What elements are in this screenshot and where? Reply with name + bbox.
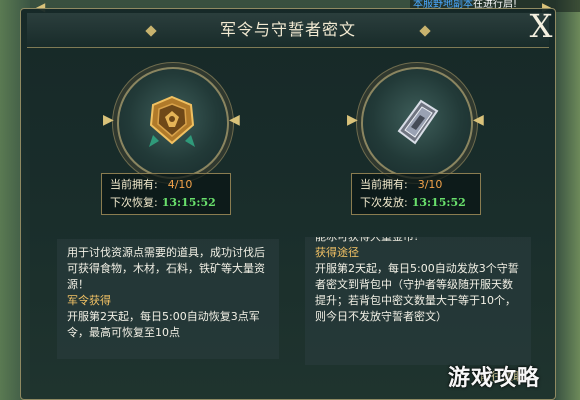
- cipher-plate-orb: [361, 67, 473, 179]
- next-issue-timer: 13:15:52: [411, 196, 466, 209]
- cipher-section-text: 开服第2天起，每日5:00自动发放3个守誓者密文到背包中（守护者等级随开服天数提…: [315, 262, 519, 323]
- owned-label: 当前拥有:: [110, 178, 158, 191]
- orb-right-arrow-icon: ◀: [229, 112, 240, 128]
- info-dialog: 军令与守誓者密文 ▶ ◀ ▶ ◀ 当前拥有: 4/10 下次恢复: 13:15:52: [20, 8, 556, 400]
- next-issue-label: 下次发放:: [360, 196, 408, 209]
- military-order-section-text: 开服第2天起，每日5:00自动恢复3点军令，最高可恢复至10点: [67, 310, 260, 339]
- military-order-orb: [117, 67, 229, 179]
- close-button[interactable]: X: [520, 8, 562, 44]
- orb2-right-arrow-icon: ◀: [473, 112, 484, 128]
- owned-row: 当前拥有: 4/10: [110, 176, 192, 194]
- cipher-section-title: 获得途径: [315, 246, 359, 259]
- cipher-owned-value: 3/10: [417, 178, 443, 191]
- next-recover-row: 下次恢复: 13:15:52: [110, 194, 216, 212]
- orb-left-arrow-icon: ▶: [103, 112, 114, 128]
- next-issue-row: 下次发放: 13:15:52: [360, 194, 466, 212]
- cipher-plate-icon: [397, 99, 439, 145]
- cipher-owned-row: 当前拥有: 3/10: [360, 176, 442, 194]
- next-recover-label: 下次恢复:: [110, 196, 158, 209]
- orb2-left-arrow-icon: ▶: [347, 112, 358, 128]
- owned-value: 4/10: [167, 178, 193, 191]
- dialog-title: 军令与守誓者密文: [219, 20, 356, 39]
- cipher-cut-text: 能冰可获得大量金币!: [315, 237, 521, 245]
- military-order-section-title: 军令获得: [67, 294, 111, 307]
- background-right-blur: [556, 0, 580, 400]
- watermark-logo: 游戏攻略: [448, 366, 541, 391]
- military-order-medal-icon: [149, 95, 195, 147]
- cipher-stats: 当前拥有: 3/10 下次发放: 13:15:52: [351, 173, 481, 215]
- military-order-desc-text: 用于讨伐资源点需要的道具，成功讨伐后可获得食物，木材，石料，铁矿等大量资源！: [67, 246, 265, 291]
- title-bar: 军令与守誓者密文: [27, 13, 549, 48]
- cipher-owned-label: 当前拥有:: [360, 178, 408, 191]
- military-order-description: 用于讨伐资源点需要的道具，成功讨伐后可获得食物，木材，石料，铁矿等大量资源！ 军…: [57, 239, 279, 359]
- military-order-stats: 当前拥有: 4/10 下次恢复: 13:15:52: [101, 173, 231, 215]
- cipher-description[interactable]: 能冰可获得大量金币! 获得途径 开服第2天起，每日5:00自动发放3个守誓者密文…: [305, 237, 531, 365]
- next-recover-timer: 13:15:52: [161, 196, 216, 209]
